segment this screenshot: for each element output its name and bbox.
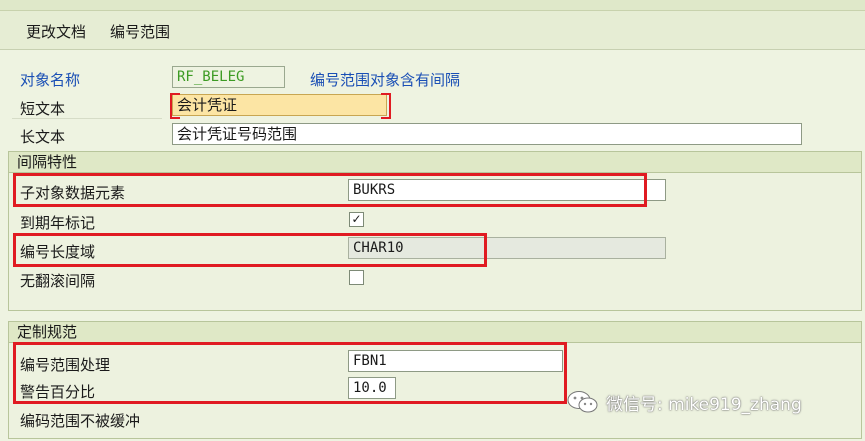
long-text-label: 长文本 [20, 128, 66, 146]
menu-change-document[interactable]: 更改文档 [26, 21, 86, 42]
short-text-field[interactable]: 会计凭证 [172, 94, 387, 116]
highlight-short-text-right [381, 93, 391, 119]
short-text-label: 短文本 [20, 100, 66, 118]
object-name-label: 对象名称 [20, 71, 81, 89]
no-buffer-label: 编码范围不被缓冲 [20, 412, 141, 430]
no-rollover-label: 无翻滚间隔 [20, 272, 96, 290]
number-range-tx-label: 编号范围处理 [20, 356, 111, 374]
interval-section: 间隔特性 [8, 151, 862, 311]
subobject-field[interactable]: BUKRS [348, 179, 666, 201]
customizing-section-title: 定制规范 [9, 322, 861, 343]
object-name-field: RF_BELEG [172, 66, 285, 88]
title-strip [0, 0, 865, 11]
fiscal-year-label: 到期年标记 [20, 214, 96, 232]
warning-percent-label: 警告百分比 [20, 383, 96, 401]
interval-section-title: 间隔特性 [9, 152, 861, 173]
length-domain-label: 编号长度域 [20, 243, 96, 261]
length-domain-field: CHAR10 [348, 237, 666, 259]
checkmark-icon: ✓ [351, 212, 362, 226]
subobject-label: 子对象数据元素 [20, 184, 126, 202]
watermark-text: 微信号: mike919_zhang [606, 394, 802, 415]
long-text-field[interactable]: 会计凭证号码范围 [172, 123, 802, 145]
wechat-icon [567, 391, 598, 413]
menu-bar: 更改文档 编号范围 [0, 11, 865, 50]
wechat-watermark: 微信号: mike919_zhang [566, 390, 802, 415]
fiscal-year-checkbox[interactable]: ✓ [349, 212, 364, 227]
highlight-short-text-left [170, 93, 180, 119]
menu-number-range[interactable]: 编号范围 [110, 21, 170, 42]
no-rollover-checkbox[interactable] [349, 270, 364, 285]
number-range-tx-field[interactable]: FBN1 [348, 350, 563, 372]
warning-percent-field[interactable]: 10.0 [348, 377, 396, 399]
object-interval-note: 编号范围对象含有间隔 [310, 71, 461, 89]
row-divider [12, 118, 162, 119]
